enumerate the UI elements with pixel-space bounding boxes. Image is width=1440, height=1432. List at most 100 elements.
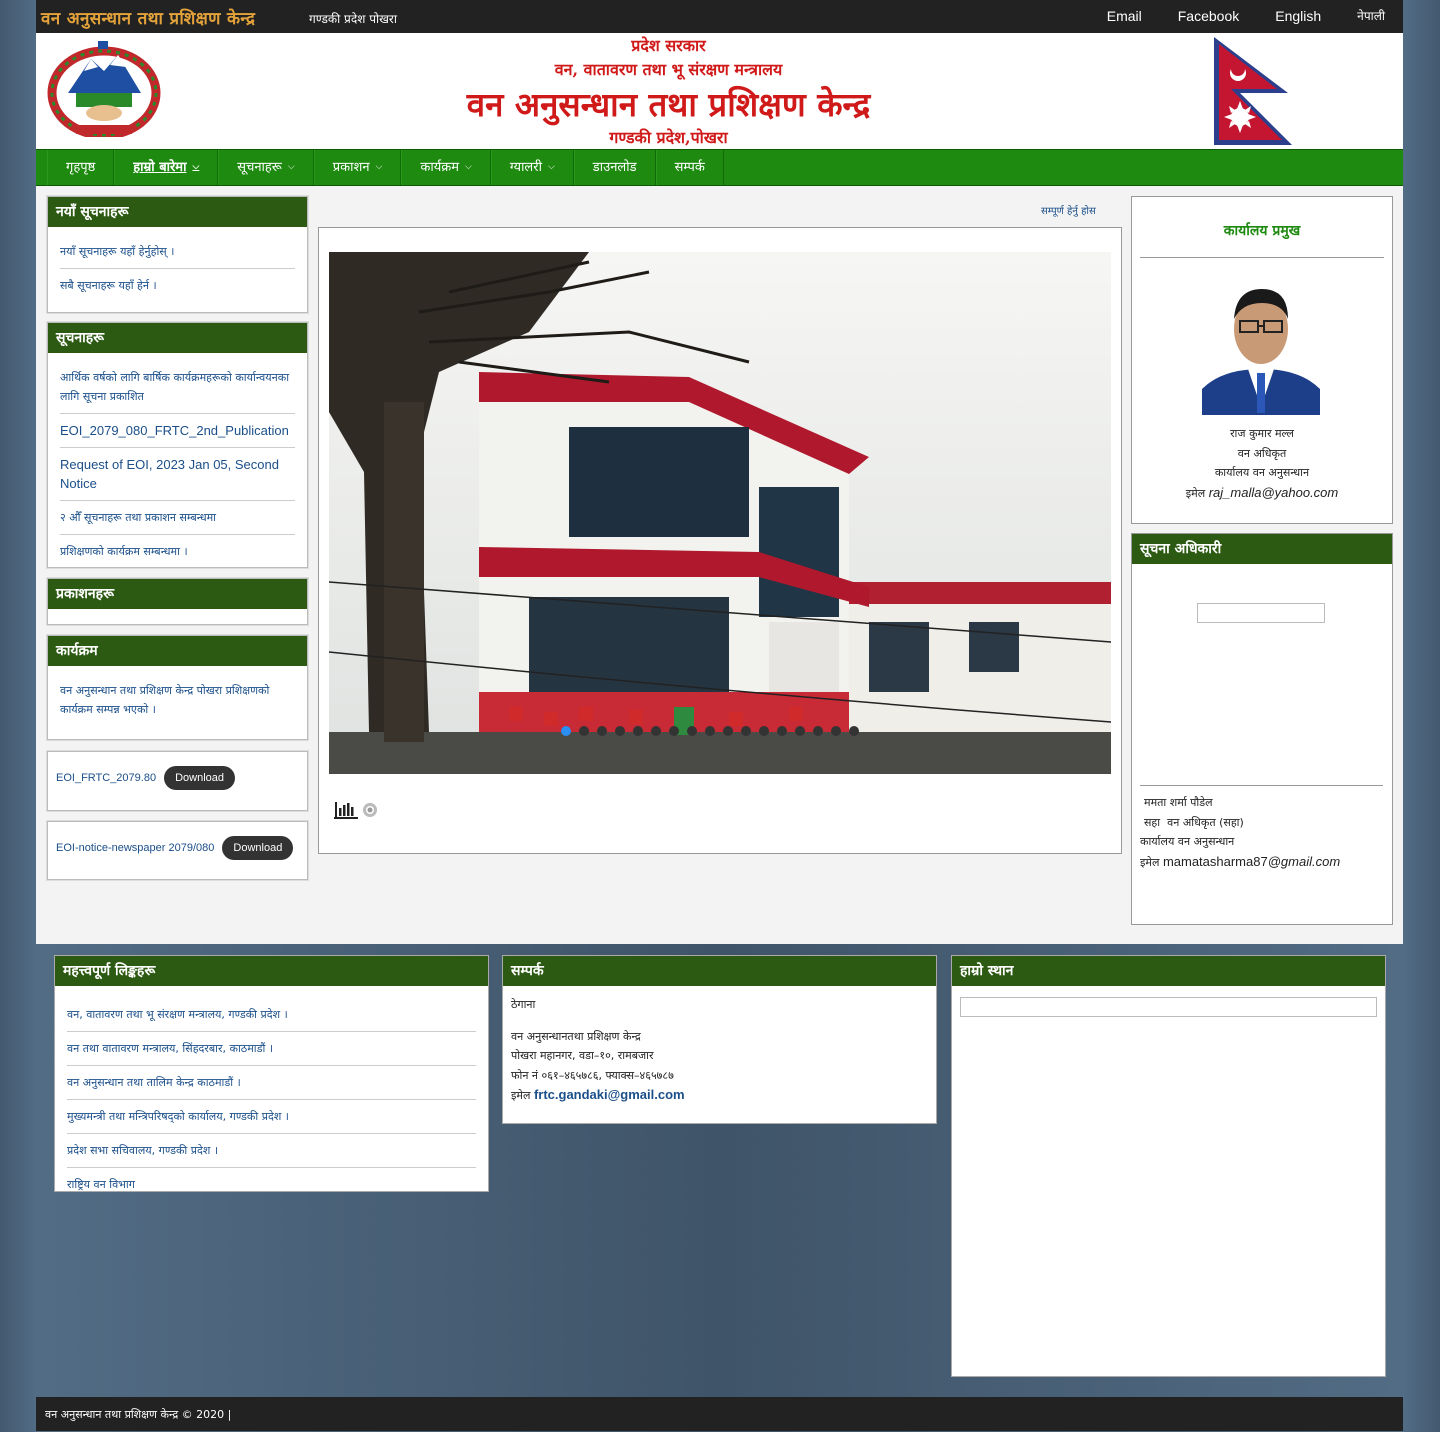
widget-title: हाम्रो स्थान	[952, 956, 1385, 986]
chevron-down-icon: ⌵	[192, 162, 200, 172]
office-head-photo	[1202, 277, 1320, 415]
office-head-email[interactable]: raj_malla@yahoo.com	[1209, 485, 1339, 500]
download-widget-1: EOI_FRTC_2079.80 Download	[47, 751, 308, 811]
header-ministry: वन, वातावरण तथा भू संरक्षण मन्त्रालय	[554, 60, 783, 79]
facebook-link[interactable]: Facebook	[1160, 0, 1257, 33]
slider-dot[interactable]	[633, 726, 643, 736]
top-links: Email Facebook English नेपाली	[1089, 0, 1403, 33]
office-building-slide[interactable]	[329, 252, 1111, 774]
list-item[interactable]: प्रशिक्षणको कार्यक्रम सम्बन्धमा ।	[60, 535, 295, 568]
divider	[1140, 785, 1383, 786]
slider-dot[interactable]	[759, 726, 769, 736]
nepal-emblem-icon[interactable]	[46, 41, 162, 137]
list-item[interactable]: आर्थिक वर्षको लागि बार्षिक कार्यक्रमहरूक…	[60, 361, 295, 414]
download-file-name[interactable]: EOI_FRTC_2079.80	[56, 772, 156, 784]
office-head-name: राज कुमार मल्ल	[1230, 427, 1294, 440]
info-officer-post-prefix: सहा	[1144, 815, 1161, 829]
slider-dot[interactable]	[813, 726, 823, 736]
slider-dot[interactable]	[561, 726, 571, 736]
image-slider-box	[318, 227, 1122, 854]
slider-dot[interactable]	[597, 726, 607, 736]
info-officer-post-text: वन अधिकृत (सहा)	[1167, 815, 1244, 829]
office-head-box: कार्यालय प्रमुख राज कुमार मल्ल वन अधिकृत…	[1131, 196, 1393, 524]
info-officer-email[interactable]: mamatasharma87	[1163, 854, 1268, 869]
slider-dot[interactable]	[723, 726, 733, 736]
email-label: इमेल	[511, 1089, 531, 1102]
office-head-post: वन अधिकृत	[1237, 446, 1287, 460]
download-button[interactable]: Download	[222, 836, 294, 860]
site-title[interactable]: वन अनुसन्धान तथा प्रशिक्षण केन्द्र	[41, 6, 255, 29]
list-item[interactable]: मुख्यमन्त्री तथा मन्त्रिपरिषद्को कार्याल…	[67, 1100, 476, 1134]
chevron-down-icon: ⌵	[465, 162, 472, 172]
stats-chart-icon[interactable]	[334, 800, 386, 820]
nav-publications[interactable]: प्रकाशन ⌵	[313, 150, 402, 185]
slider-dot[interactable]	[741, 726, 751, 736]
main-content: नयाँ सूचनाहरू नयाँ सूचनाहरू यहाँ हेर्नुह…	[36, 186, 1403, 944]
email-link[interactable]: Email	[1089, 0, 1160, 33]
header-location: गण्डकी प्रदेश,पोखरा	[609, 128, 728, 147]
slider-dot[interactable]	[705, 726, 715, 736]
nav-contact-label: सम्पर्क	[674, 160, 705, 175]
list-item[interactable]: सबै सूचनाहरू यहाँ हेर्न ।	[60, 269, 295, 302]
english-link[interactable]: English	[1257, 0, 1339, 33]
nepali-link[interactable]: नेपाली	[1339, 0, 1403, 33]
slider-dot[interactable]	[615, 726, 625, 736]
list-item[interactable]: वन अनुसन्धान तथा तालिम केन्द्र काठमाडौं …	[67, 1066, 476, 1100]
view-all-link[interactable]: सम्पूर्ण हेर्नु होस	[1041, 203, 1096, 217]
nav-notices[interactable]: सूचनाहरू ⌵	[218, 150, 314, 185]
list-item[interactable]: वन अनुसन्धान तथा प्रशिक्षण केन्द्र पोखरा…	[60, 674, 295, 726]
slider-dot[interactable]	[777, 726, 787, 736]
phone-line: फोन नं ०६१–४६५७८६, फ्याक्स–४६५७८७	[511, 1068, 674, 1082]
nav-home[interactable]: गृहपृष्ठ	[47, 150, 115, 185]
nav-programs-label: कार्यक्रम	[420, 160, 460, 175]
slider-dot[interactable]	[669, 726, 679, 736]
list-item[interactable]: वन तथा वातावरण मन्त्रालय, सिंहदरबार, काठ…	[67, 1032, 476, 1066]
chevron-down-icon: ⌵	[375, 162, 383, 172]
slider-dot[interactable]	[687, 726, 697, 736]
widget-title: सूचना अधिकारी	[1132, 534, 1392, 564]
widget-title: सम्पर्क	[503, 956, 936, 986]
nav-programs[interactable]: कार्यक्रम ⌵	[401, 150, 491, 185]
nav-downloads[interactable]: डाउनलोड	[573, 150, 656, 185]
top-bar: वन अनुसन्धान तथा प्रशिक्षण केन्द्र गण्डक…	[36, 0, 1403, 33]
download-button[interactable]: Download	[164, 766, 235, 790]
important-links-widget: महत्त्वपूर्ण लिङ्कहरू वन, वातावरण तथा भू…	[54, 955, 489, 1192]
slider-dot[interactable]	[579, 726, 589, 736]
slider-dot[interactable]	[849, 726, 859, 736]
publications-widget: प्रकाशनहरू	[47, 578, 308, 625]
address-line: पोखरा महानगर, वडा–१०, रामबजार	[511, 1049, 654, 1062]
site-subtitle: गण्डकी प्रदेश पोखरा	[309, 12, 397, 26]
broken-image-icon	[1197, 603, 1325, 623]
office-head-info: राज कुमार मल्ल वन अधिकृत कार्यालय वन अनु…	[1132, 424, 1392, 503]
map-placeholder[interactable]	[960, 997, 1377, 1017]
address-line: वन अनुसन्धानतथा प्रशिक्षण केन्द्र	[511, 1029, 641, 1043]
nav-gallery[interactable]: ग्यालरी ⌵	[490, 150, 574, 185]
slider-dot[interactable]	[795, 726, 805, 736]
list-item[interactable]: Request of EOI, 2023 Jan 05, Second Noti…	[60, 448, 295, 501]
nav-about[interactable]: हाम्रो बारेमा ⌵	[114, 150, 219, 185]
new-notices-widget: नयाँ सूचनाहरू नयाँ सूचनाहरू यहाँ हेर्नुह…	[47, 196, 308, 313]
download-widget-2: EOI-notice-newspaper 2079/080 Download	[47, 821, 308, 880]
contact-email[interactable]: frtc.gandaki@gmail.com	[534, 1087, 685, 1102]
nav-contact[interactable]: सम्पर्क	[655, 150, 724, 185]
list-item[interactable]: राष्ट्रिय वन विभाग	[67, 1168, 476, 1201]
slider-dot[interactable]	[651, 726, 661, 736]
nav-about-label: हाम्रो बारेमा	[133, 160, 187, 175]
download-file-name[interactable]: EOI-notice-newspaper 2079/080	[56, 842, 214, 854]
information-officer-info: ममता शर्मा पौडेल सहा वन अधिकृत (सहा) कार…	[1140, 793, 1340, 872]
list-item[interactable]: २ औँ सूचनाहरू तथा प्रकाशन सम्बन्धमा	[60, 501, 295, 535]
header-province: प्रदेश सरकार	[631, 36, 706, 55]
slider-dot[interactable]	[831, 726, 841, 736]
widget-title: प्रकाशनहरू	[48, 579, 307, 609]
nav-home-label: गृहपृष्ठ	[66, 160, 96, 175]
widget-title: महत्त्वपूर्ण लिङ्कहरू	[55, 956, 488, 986]
info-officer-email-domain[interactable]: @gmail.com	[1268, 854, 1340, 869]
list-item[interactable]: EOI_2079_080_FRTC_2nd_Publication	[60, 414, 295, 448]
copyright-text: वन अनुसन्धान तथा प्रशिक्षण केन्द्र © 202…	[45, 1408, 232, 1421]
list-item[interactable]: प्रदेश सभा सचिवालय, गण्डकी प्रदेश ।	[67, 1134, 476, 1168]
notices-widget: सूचनाहरू आर्थिक वर्षको लागि बार्षिक कार्…	[47, 322, 308, 568]
list-item[interactable]: नयाँ सूचनाहरू यहाँ हेर्नुहोस् ।	[60, 235, 295, 269]
list-item[interactable]: वन, वातावरण तथा भू संरक्षण मन्त्रालय, गण…	[67, 998, 476, 1032]
info-officer-office: कार्यालय वन अनुसन्धान	[1140, 835, 1235, 848]
location-widget: हाम्रो स्थान	[951, 955, 1386, 1377]
